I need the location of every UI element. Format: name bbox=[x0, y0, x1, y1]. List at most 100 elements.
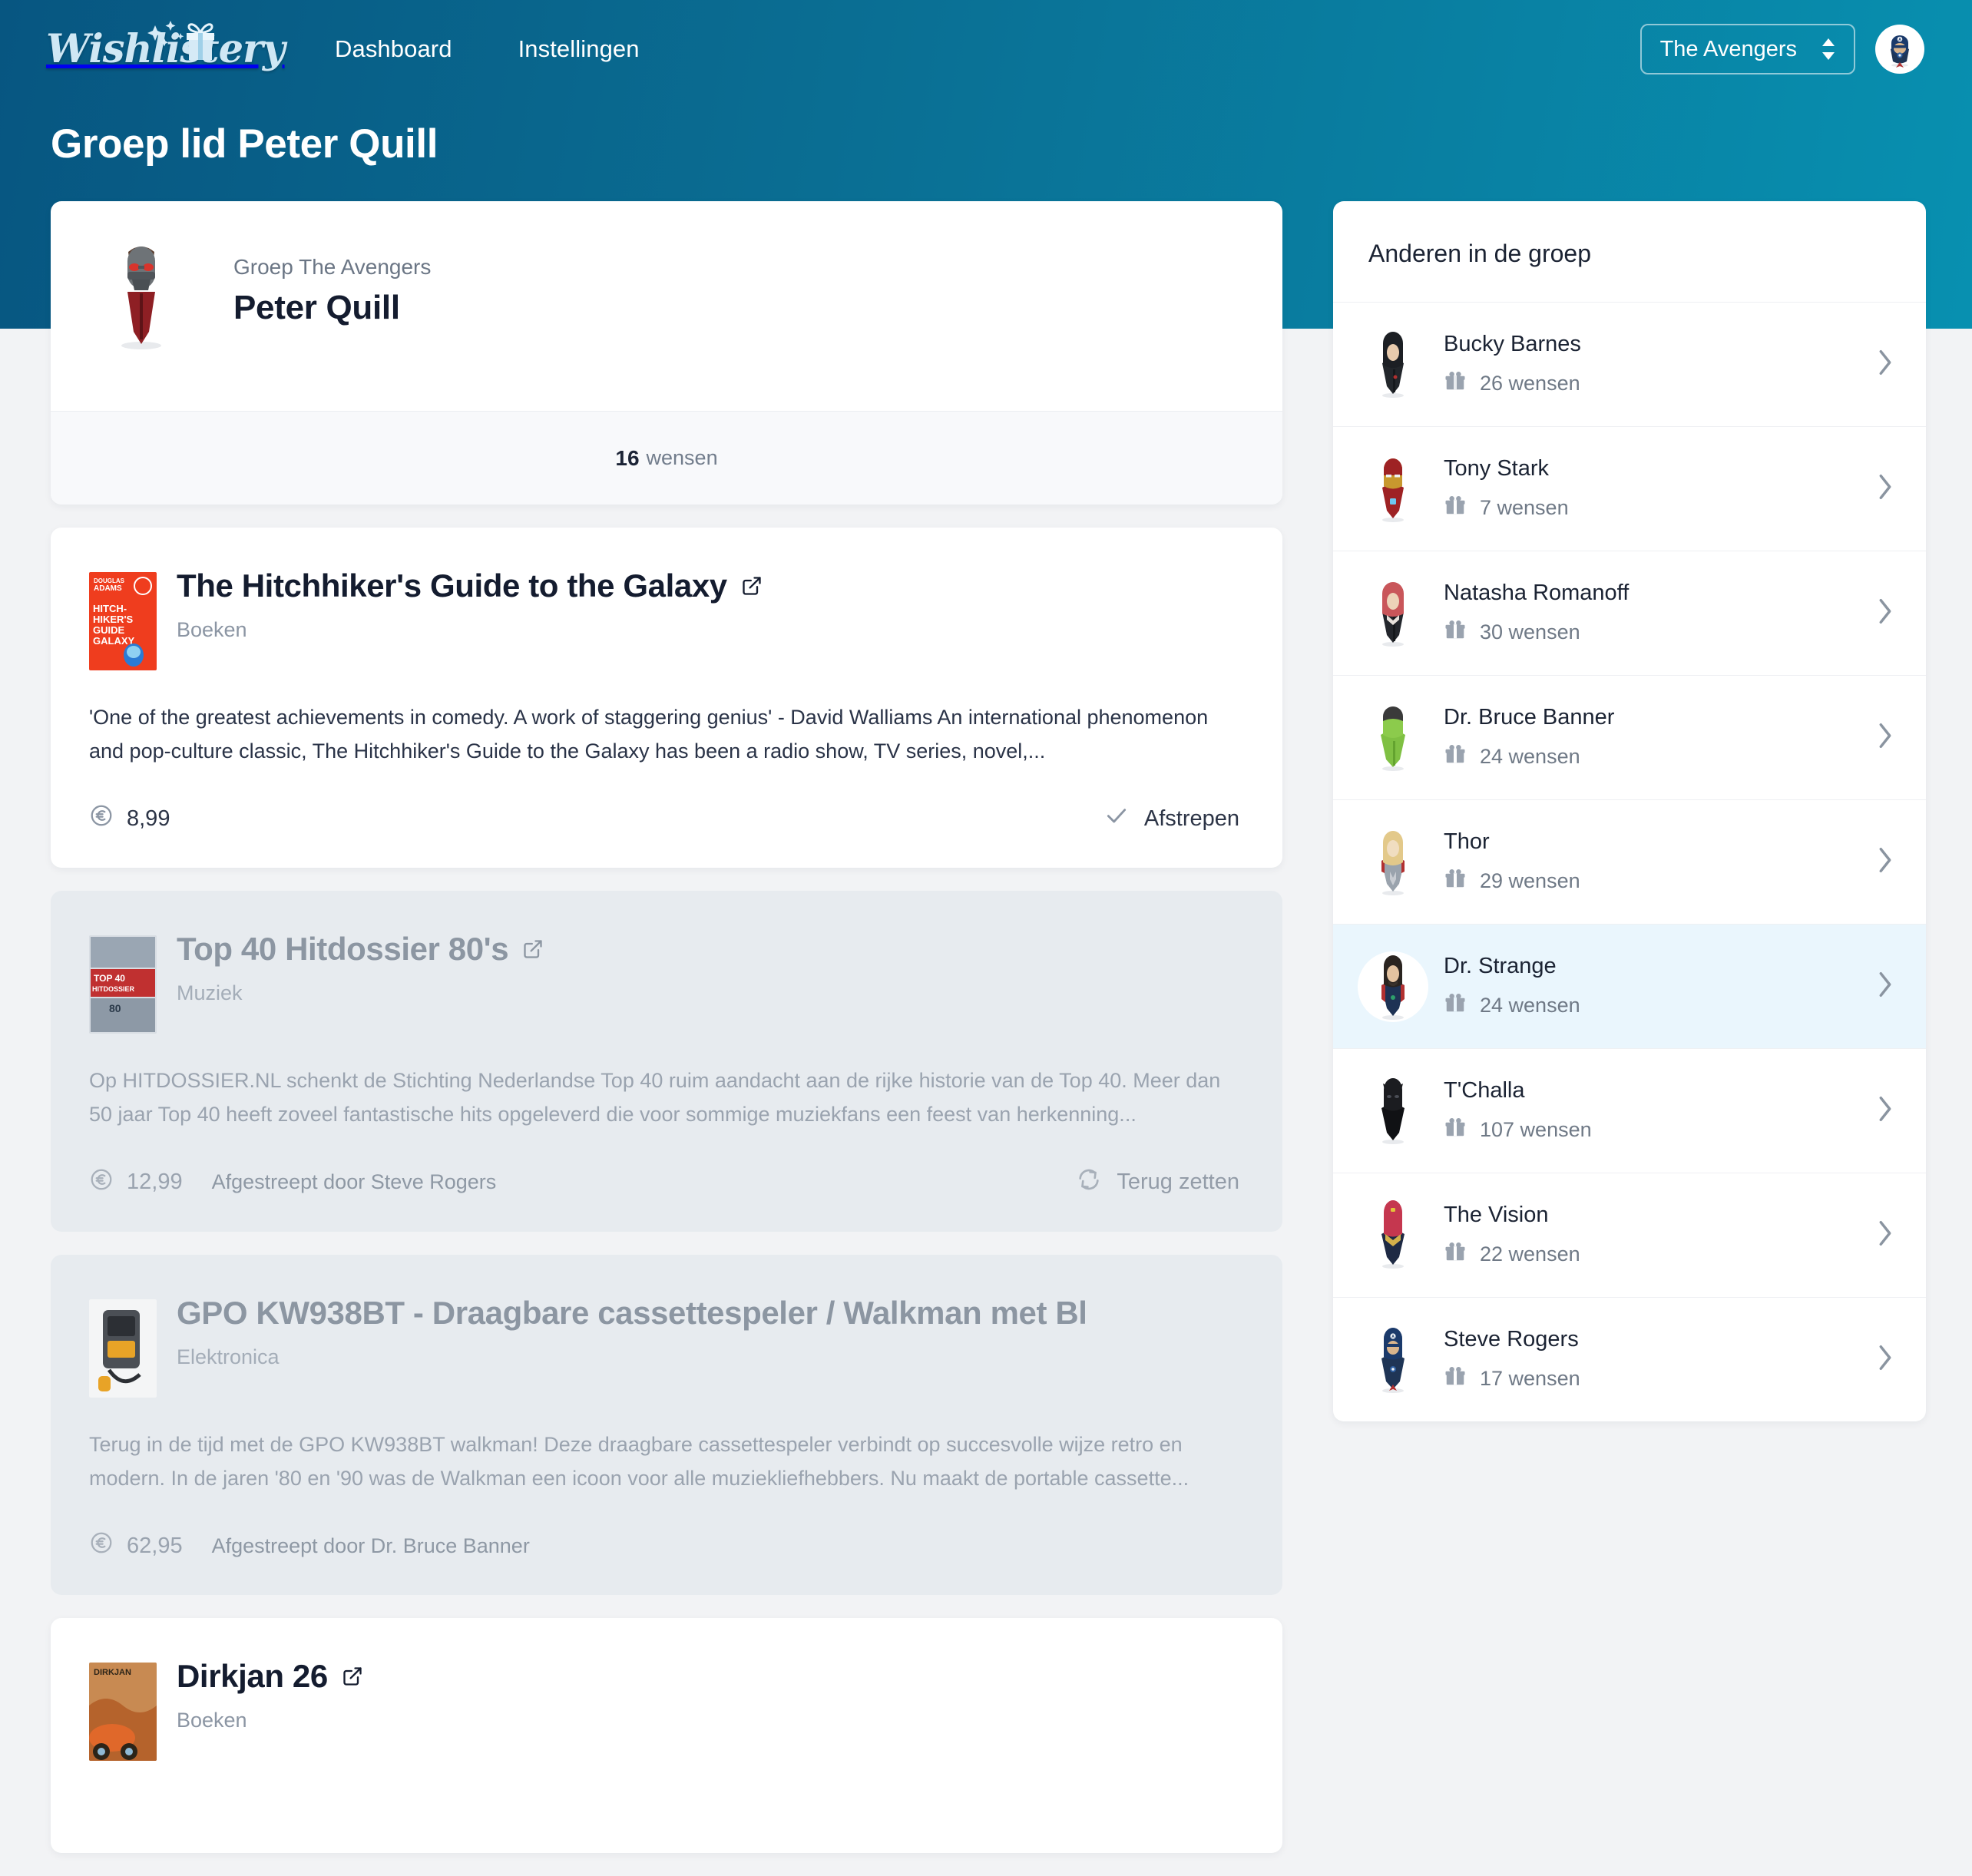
member-wish-count-label: 107 wensen bbox=[1480, 1117, 1592, 1141]
svg-text:GALAXY: GALAXY bbox=[93, 635, 135, 647]
wish-category: Muziek bbox=[177, 981, 243, 1005]
chevron-right-icon bbox=[1875, 1218, 1895, 1252]
member-info: Dr. Bruce Banner 24 wensen bbox=[1444, 705, 1863, 771]
member-wish-count-label: 24 wensen bbox=[1480, 744, 1580, 768]
member-wish-count: 29 wensen bbox=[1444, 867, 1863, 895]
wish-card[interactable]: GPO KW938BT - Draagbare cassettespeler /… bbox=[51, 1254, 1282, 1596]
wish-category: Boeken bbox=[177, 1709, 247, 1732]
member-row-dr-bruce-banner[interactable]: Dr. Bruce Banner 24 wensen bbox=[1333, 675, 1926, 799]
wish-struck-by: Afgestreept door Steve Rogers bbox=[211, 1170, 497, 1194]
external-link-icon[interactable] bbox=[522, 931, 544, 968]
wish-category: Elektronica bbox=[177, 1345, 280, 1368]
member-row-tchalla[interactable]: T'Challa 107 wensen bbox=[1333, 1048, 1926, 1173]
member-wish-count: 107 wensen bbox=[1444, 1116, 1863, 1144]
euro-icon bbox=[89, 803, 114, 834]
main-column: Groep The Avengers Peter Quill 16 wensen… bbox=[51, 201, 1282, 1876]
page-content: Groep The Avengers Peter Quill 16 wensen… bbox=[0, 0, 1972, 1876]
member-name: Steve Rogers bbox=[1444, 1326, 1579, 1352]
external-link-icon[interactable] bbox=[741, 567, 763, 604]
wish-price-value: 8,99 bbox=[127, 806, 170, 831]
peter-quill-avatar-icon bbox=[100, 238, 183, 357]
member-row-bucky-barnes[interactable]: Bucky Barnes 26 wensen bbox=[1333, 302, 1926, 426]
wish-footer: 62,95 Afgestreept door Dr. Bruce Banner bbox=[89, 1530, 1239, 1561]
wish-struck-by: Afgestreept door Dr. Bruce Banner bbox=[211, 1534, 530, 1557]
chevron-right-icon bbox=[1875, 1094, 1895, 1128]
wish-footer: 12,99 Afgestreept door Steve Rogers Teru… bbox=[89, 1167, 1239, 1198]
gift-icon bbox=[1444, 1240, 1467, 1269]
member-row-natasha-romanoff[interactable]: Natasha Romanoff 30 wensen bbox=[1333, 551, 1926, 675]
gift-icon bbox=[1444, 1116, 1467, 1144]
restore-icon bbox=[1077, 1167, 1101, 1198]
chevron-right-icon bbox=[1875, 1342, 1895, 1377]
wish-price: 8,99 bbox=[89, 803, 170, 834]
member-info: T'Challa 107 wensen bbox=[1444, 1078, 1863, 1144]
euro-icon bbox=[89, 1167, 114, 1198]
member-row-steve-rogers[interactable]: A Steve Rogers 17 wensen bbox=[1333, 1297, 1926, 1421]
chevron-right-icon bbox=[1875, 720, 1895, 755]
natasha-romanoff-avatar-icon bbox=[1368, 578, 1418, 649]
strike-off-label: Afstrepen bbox=[1143, 806, 1239, 831]
wish-card[interactable]: DIRKJAN Dirkjan 26 Boeken bbox=[51, 1618, 1282, 1854]
wish-price-value: 62,95 bbox=[127, 1533, 183, 1558]
wish-description: Op HITDOSSIER.NL schenkt de Stichting Ne… bbox=[89, 1069, 1221, 1127]
member-name: Natasha Romanoff bbox=[1444, 580, 1630, 605]
svg-text:ADAMS: ADAMS bbox=[94, 584, 122, 593]
gift-icon bbox=[1444, 618, 1467, 647]
wish-thumbnail: DOUGLAS ADAMS HITCH- HIKER'S GUIDE GALAX… bbox=[89, 572, 157, 670]
wish-header: DOUGLAS ADAMS HITCH- HIKER'S GUIDE GALAX… bbox=[89, 567, 1239, 670]
wish-thumbnail: DIRKJAN bbox=[89, 1663, 157, 1762]
member-row-thor[interactable]: Thor 29 wensen bbox=[1333, 799, 1926, 924]
hulk-avatar-icon bbox=[1368, 703, 1418, 773]
restore-button[interactable]: Terug zetten bbox=[1077, 1167, 1239, 1198]
profile-header: Groep The Avengers Peter Quill bbox=[51, 201, 1282, 411]
wish-card[interactable]: DOUGLAS ADAMS HITCH- HIKER'S GUIDE GALAX… bbox=[51, 528, 1282, 869]
wish-price: 62,95 bbox=[89, 1530, 183, 1561]
svg-text:TOP 40: TOP 40 bbox=[94, 973, 125, 984]
member-row-the-vision[interactable]: The Vision 22 wensen bbox=[1333, 1173, 1926, 1297]
wish-category: Boeken bbox=[177, 618, 247, 641]
chevron-right-icon bbox=[1875, 471, 1895, 506]
black-panther-avatar-icon bbox=[1368, 1076, 1418, 1146]
wish-title-row: The Hitchhiker's Guide to the Galaxy bbox=[177, 567, 763, 604]
chevron-right-icon bbox=[1875, 845, 1895, 879]
wish-price-value: 12,99 bbox=[127, 1170, 183, 1195]
member-row-tony-stark[interactable]: Tony Stark 7 wensen bbox=[1333, 426, 1926, 551]
svg-text:80: 80 bbox=[109, 1002, 121, 1014]
wish-title: Top 40 Hitdossier 80's bbox=[177, 931, 509, 968]
member-name: Bucky Barnes bbox=[1444, 331, 1581, 356]
wish-thumbnail: TOP 40 HITDOSSIER 80 bbox=[89, 935, 157, 1034]
profile-wish-count: 16 bbox=[615, 445, 640, 470]
wish-card[interactable]: TOP 40 HITDOSSIER 80 Top 40 Hitdossier 8… bbox=[51, 891, 1282, 1232]
member-wish-count: 7 wensen bbox=[1444, 494, 1863, 522]
gift-icon bbox=[1444, 369, 1467, 398]
wish-title: GPO KW938BT - Draagbare cassettespeler /… bbox=[177, 1294, 1087, 1331]
svg-text:HITCH-: HITCH- bbox=[93, 603, 127, 614]
member-info: Tony Stark 7 wensen bbox=[1444, 456, 1863, 522]
member-info: Steve Rogers 17 wensen bbox=[1444, 1327, 1863, 1393]
wish-header: DIRKJAN Dirkjan 26 Boeken bbox=[89, 1658, 1239, 1762]
member-wish-count-label: 22 wensen bbox=[1480, 1242, 1580, 1266]
gift-icon bbox=[1444, 743, 1467, 771]
svg-text:DOUGLAS: DOUGLAS bbox=[94, 577, 125, 584]
sidebar-column: Anderen in de groep Bucky Barnes 26 wens… bbox=[1333, 201, 1926, 1421]
member-wish-count: 22 wensen bbox=[1444, 1240, 1863, 1269]
external-link-icon[interactable] bbox=[342, 1658, 363, 1695]
profile-wish-count-label: wensen bbox=[646, 446, 718, 469]
member-wish-count: 26 wensen bbox=[1444, 369, 1863, 398]
chevron-right-icon bbox=[1875, 347, 1895, 382]
wish-header: TOP 40 HITDOSSIER 80 Top 40 Hitdossier 8… bbox=[89, 931, 1239, 1034]
member-wish-count-label: 29 wensen bbox=[1480, 869, 1580, 892]
gift-icon bbox=[1444, 991, 1467, 1020]
profile-meta: Groep The Avengers Peter Quill bbox=[233, 238, 431, 327]
wish-title: The Hitchhiker's Guide to the Galaxy bbox=[177, 567, 727, 604]
member-wish-count-label: 30 wensen bbox=[1480, 620, 1580, 644]
member-name: The Vision bbox=[1444, 1202, 1549, 1227]
member-wish-count-label: 26 wensen bbox=[1480, 371, 1580, 395]
sidebar-title: Anderen in de groep bbox=[1368, 240, 1591, 267]
chevron-right-icon bbox=[1875, 969, 1895, 1004]
wish-title-row: Dirkjan 26 bbox=[177, 1658, 363, 1695]
member-row-dr-strange[interactable]: Dr. Strange 24 wensen bbox=[1333, 924, 1926, 1048]
strike-off-button[interactable]: Afstrepen bbox=[1104, 803, 1239, 834]
vision-avatar-icon bbox=[1368, 1199, 1418, 1271]
wish-title-block: Top 40 Hitdossier 80's Muziek bbox=[177, 931, 544, 1005]
